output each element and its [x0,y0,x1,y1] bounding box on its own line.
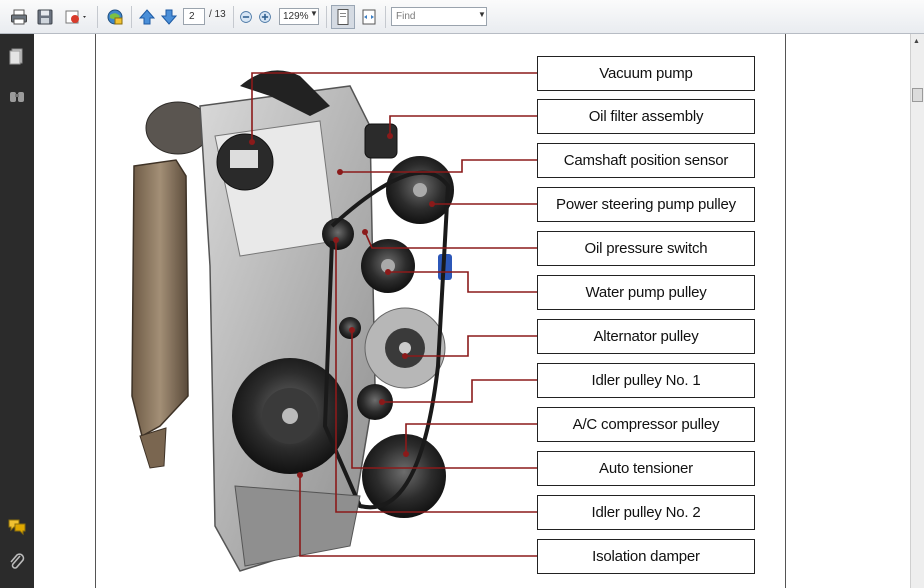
label-auto-tensioner: Auto tensioner [537,451,755,486]
label-oil-filter-assembly: Oil filter assembly [537,99,755,134]
label-power-steering-pump-pulley: Power steering pump pulley [537,187,755,222]
paperclip-icon[interactable] [7,552,27,572]
engine-illustration [131,70,454,572]
page-total: / 13 [209,9,226,20]
comments-icon[interactable] [7,516,27,536]
printer-icon[interactable] [7,5,31,29]
arrow-up-icon[interactable] [135,5,159,29]
label-alternator-pulley: Alternator pulley [537,319,755,354]
navigation-pane [0,34,34,588]
label-vacuum-pump: Vacuum pump [537,56,755,91]
label-idler-pulley-2: Idler pulley No. 2 [537,495,755,530]
zoom-dropdown-chevron-icon[interactable]: ▼ [310,9,318,18]
label-isolation-damper: Isolation damper [537,539,755,574]
scrollbar-thumb[interactable] [912,88,923,102]
arrow-down-icon[interactable] [157,5,181,29]
binoculars-icon[interactable] [7,86,27,106]
label-oil-pressure-switch: Oil pressure switch [537,231,755,266]
zoom-out-icon[interactable] [237,5,255,29]
label-water-pump-pulley: Water pump pulley [537,275,755,310]
vertical-scrollbar[interactable]: ▲ [910,34,924,588]
fit-width-icon[interactable] [357,5,381,29]
label-camshaft-position-sensor: Camshaft position sensor [537,143,755,178]
page-edge-left [95,34,96,588]
label-idler-pulley-1: Idler pulley No. 1 [537,363,755,398]
comment-globe-icon[interactable] [103,5,127,29]
toolbar: 2 / 13 129% ▼ Find ▼ [0,0,924,34]
page-edge-right [785,34,786,588]
fit-page-icon[interactable] [331,5,355,29]
pages-panel-icon[interactable] [7,46,27,66]
find-dropdown-chevron-icon[interactable]: ▼ [478,10,486,19]
page-number-input[interactable]: 2 [183,8,205,25]
find-input[interactable]: Find [391,7,487,26]
zoom-in-icon[interactable] [256,5,274,29]
save-icon[interactable] [33,5,57,29]
email-icon[interactable] [61,5,91,29]
scroll-up-arrow-icon[interactable]: ▲ [913,38,920,45]
label-ac-compressor-pulley: A/C compressor pulley [537,407,755,442]
